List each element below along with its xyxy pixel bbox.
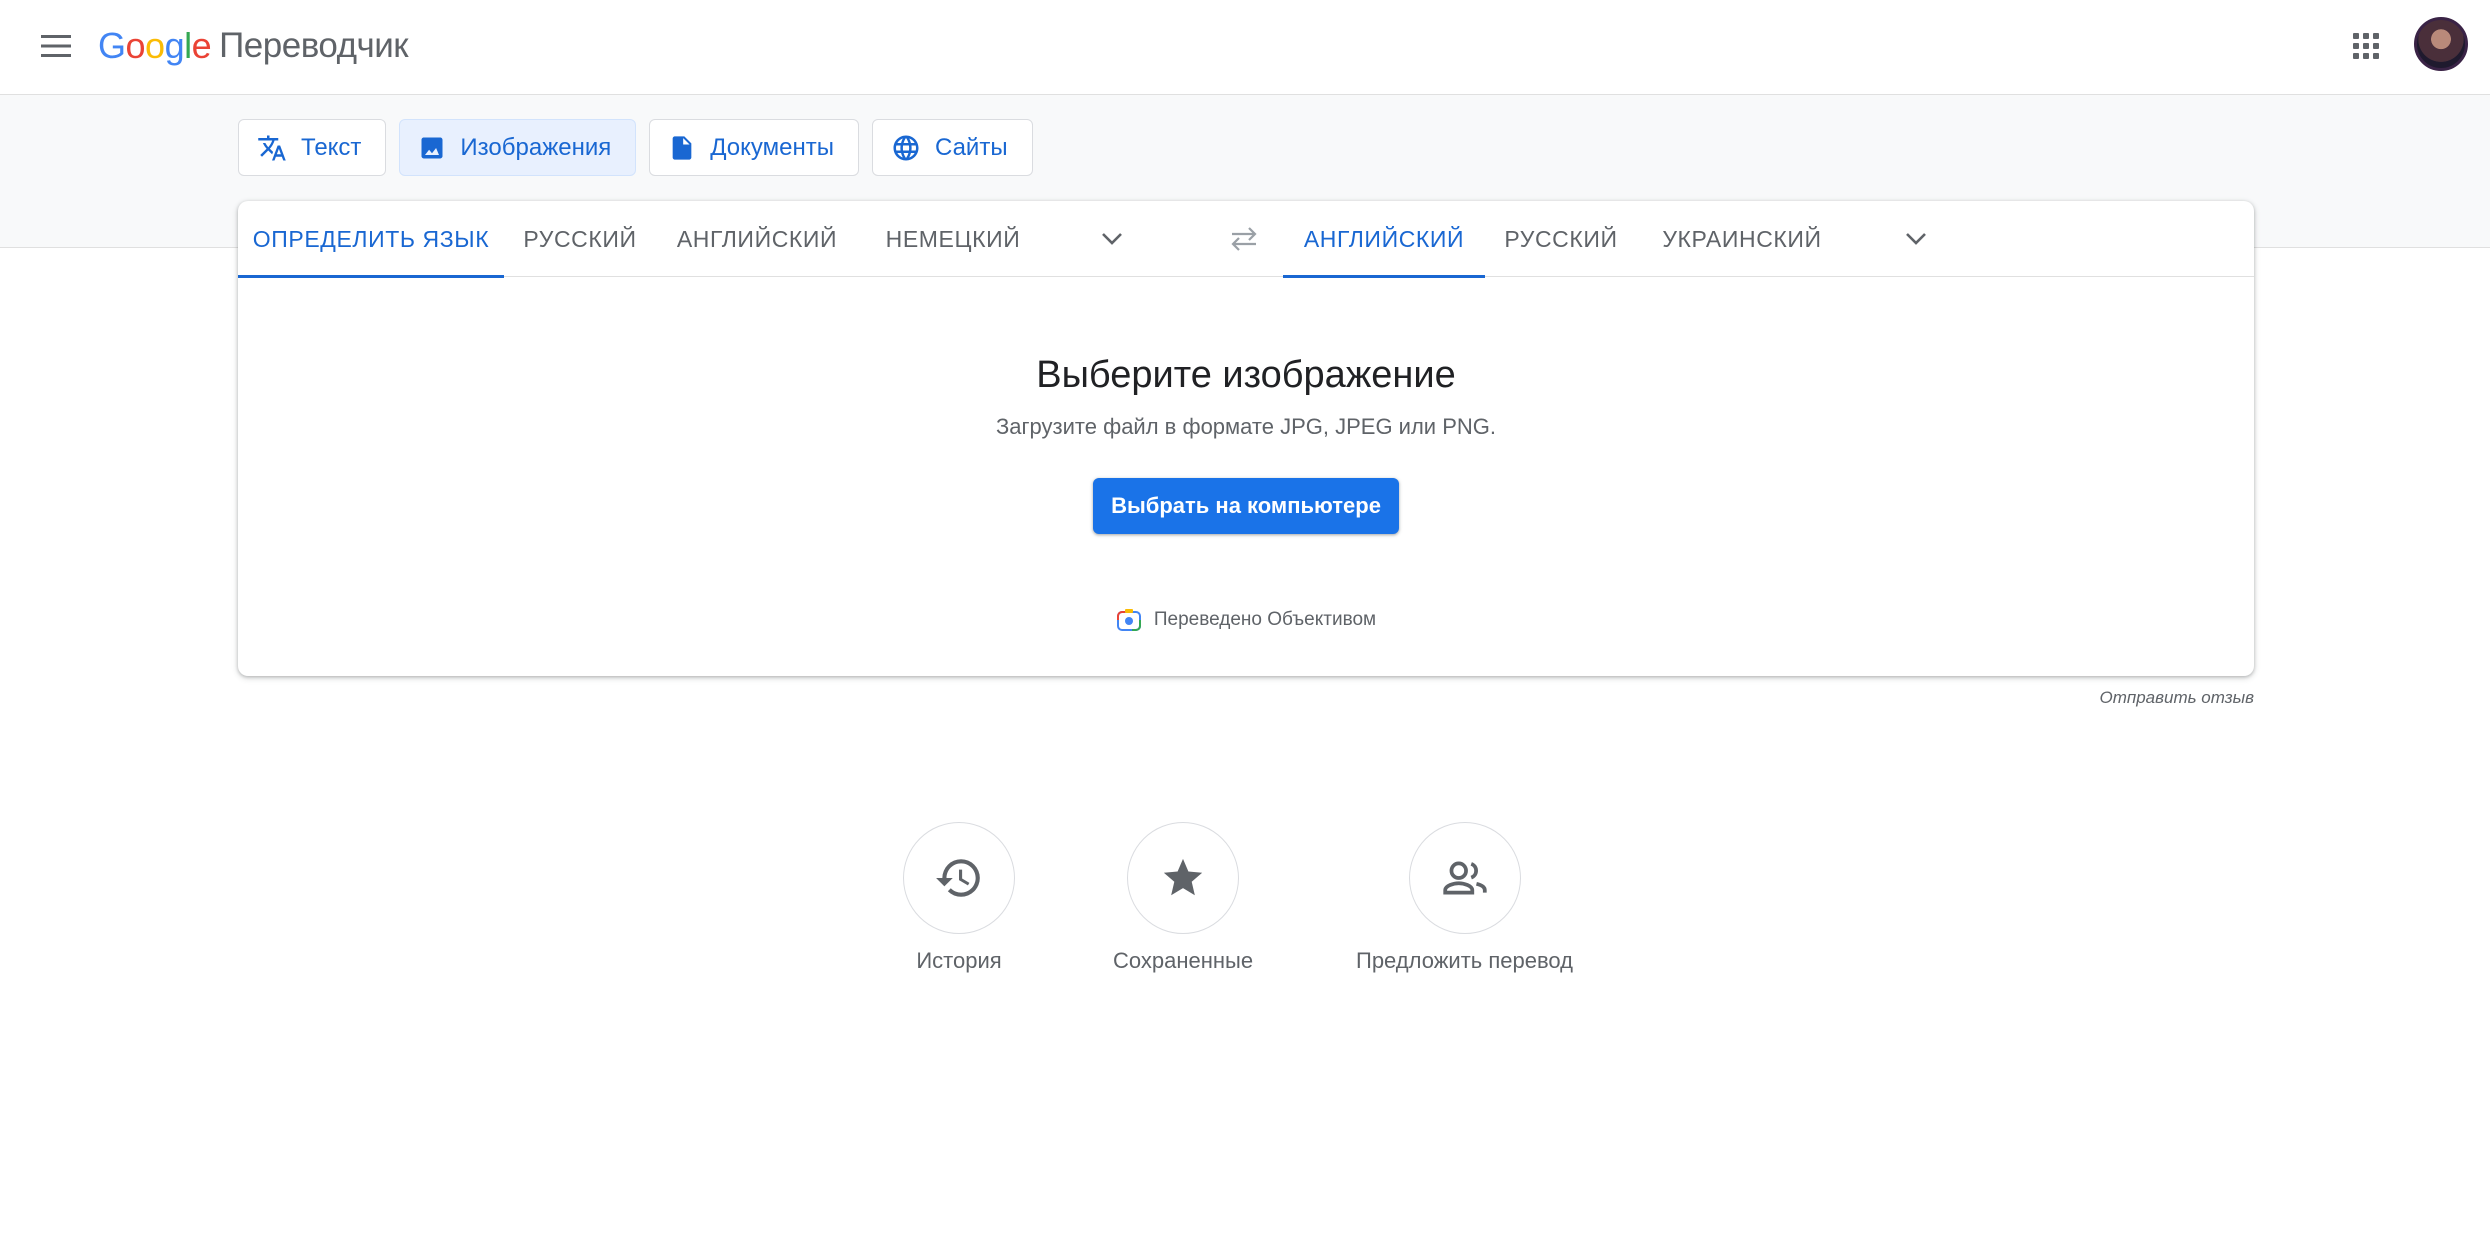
- source-lang-more-button[interactable]: [1088, 215, 1136, 263]
- mode-tab-label: Текст: [301, 133, 362, 161]
- people-icon: [1442, 861, 1487, 895]
- target-lang-more-button[interactable]: [1892, 215, 1940, 263]
- swap-languages-button[interactable]: [1220, 215, 1268, 263]
- account-avatar[interactable]: [2414, 17, 2468, 71]
- logo-letter: l: [184, 25, 192, 66]
- source-lang-russian[interactable]: Русский: [504, 201, 656, 277]
- language-bar: Определить язык Русский Английский Немец…: [238, 201, 2254, 278]
- chevron-down-icon: [1102, 233, 1122, 245]
- mode-tab-documents[interactable]: Документы: [649, 119, 859, 176]
- mode-tabs: Текст Изображения Документы Сайты: [238, 119, 1033, 176]
- history-button[interactable]: [903, 822, 1015, 934]
- drop-subtitle: Загрузите файл в формате JPG, JPEG или P…: [996, 414, 1496, 439]
- product-name: Переводчик: [219, 26, 409, 65]
- target-lang-ukrainian[interactable]: Украинский: [1637, 201, 1847, 277]
- translate-icon: [258, 135, 286, 160]
- logo-letter: g: [164, 25, 185, 66]
- history-icon: [936, 859, 980, 897]
- history-shortcut[interactable]: История: [903, 822, 1015, 974]
- mode-tab-sites[interactable]: Сайты: [871, 119, 1033, 176]
- shortcut-label: Сохраненные: [1113, 948, 1254, 973]
- image-drop-area[interactable]: Выберите изображение Загрузите файл в фо…: [238, 278, 2254, 676]
- shortcut-label: Предложить перевод: [1356, 948, 1574, 973]
- mode-tab-label: Изображения: [460, 133, 612, 161]
- mode-tab-label: Сайты: [934, 133, 1008, 161]
- google-apps-button[interactable]: [2340, 20, 2392, 72]
- source-lang-german[interactable]: Немецкий: [858, 201, 1048, 277]
- chevron-down-icon: [1906, 233, 1926, 245]
- drop-title: Выберите изображение: [1036, 354, 1456, 396]
- saved-shortcut[interactable]: Сохраненные: [1113, 822, 1253, 974]
- logo-letter: o: [125, 25, 146, 66]
- choose-from-computer-button[interactable]: Выбрать на компьютере: [1093, 478, 1399, 534]
- globe-icon: [893, 135, 919, 160]
- shortcut-label: История: [916, 948, 1002, 973]
- logo-letter: o: [145, 25, 165, 66]
- send-feedback-link[interactable]: Отправить отзыв: [1900, 688, 2254, 708]
- source-lang-english[interactable]: Английский: [656, 201, 858, 277]
- source-lang-detect[interactable]: Определить язык: [238, 201, 504, 278]
- apps-grid-icon: [2353, 33, 2379, 59]
- google-translate-logo[interactable]: Google Переводчик: [98, 18, 409, 74]
- mode-tab-label: Документы: [710, 133, 834, 161]
- image-icon: [421, 137, 443, 158]
- top-app-bar: Google Переводчик: [0, 0, 2490, 95]
- contribute-button[interactable]: [1408, 822, 1521, 934]
- lens-attribution: Переведено Объективом: [238, 608, 2254, 632]
- document-icon: [672, 135, 692, 160]
- target-lang-russian[interactable]: Русский: [1485, 201, 1637, 277]
- saved-button[interactable]: [1127, 822, 1240, 934]
- contribute-shortcut[interactable]: Предложить перевод: [1356, 822, 1573, 974]
- main-menu-button[interactable]: [30, 20, 82, 72]
- lens-note-text: Переведено Объективом: [1153, 609, 1377, 630]
- target-lang-english[interactable]: Английский: [1283, 201, 1485, 278]
- logo-letter: e: [191, 25, 212, 66]
- mode-tab-images[interactable]: Изображения: [399, 119, 637, 176]
- star-icon: [1163, 858, 1203, 896]
- mode-tab-text[interactable]: Текст: [238, 119, 387, 176]
- google-lens-icon: [1116, 609, 1141, 631]
- google-wordmark: Google: [98, 25, 212, 67]
- swap-arrows-icon: [1231, 227, 1257, 251]
- logo-letter: G: [98, 25, 126, 66]
- menu-icon: [41, 35, 71, 57]
- translation-card: Определить язык Русский Английский Немец…: [238, 201, 2254, 676]
